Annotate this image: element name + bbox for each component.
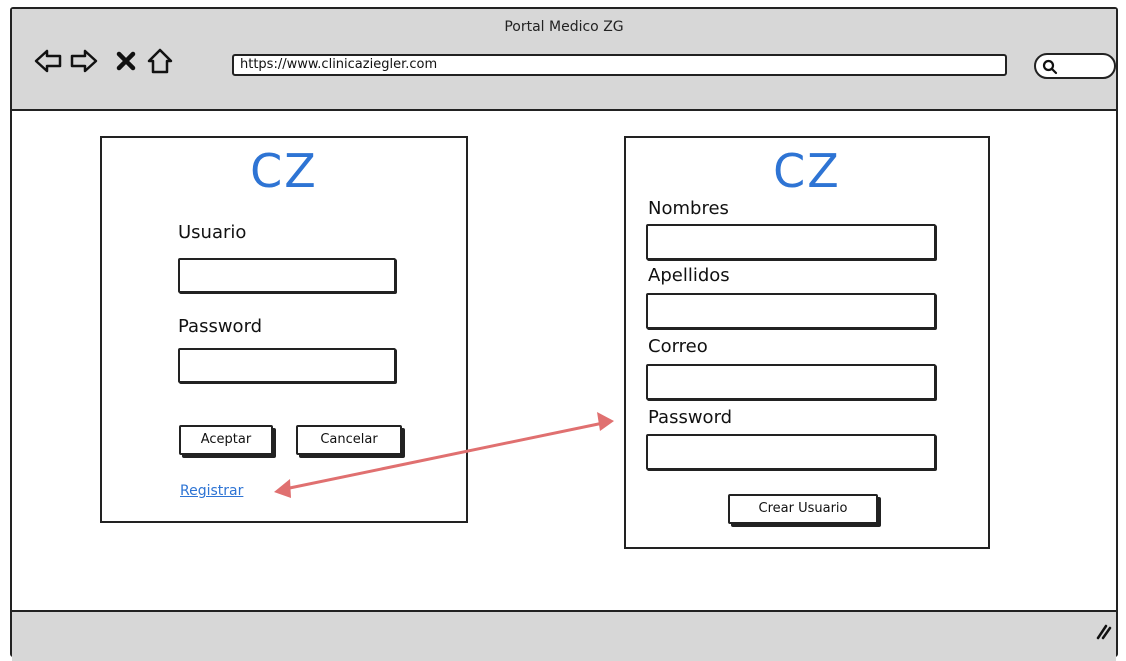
register-flow-arrow [274, 412, 614, 498]
